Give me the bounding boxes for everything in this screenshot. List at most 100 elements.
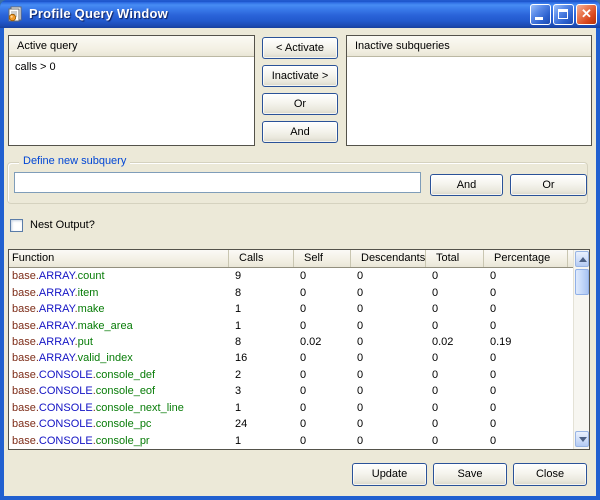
or-transfer-button[interactable]: Or (262, 93, 338, 115)
query-list-item[interactable]: calls > 0 (9, 57, 254, 73)
percentage-cell: 0 (483, 369, 567, 381)
function-cell: base.ARRAY.make (9, 303, 228, 315)
function-cell: base.CONSOLE.console_pc (9, 418, 228, 430)
descendants-cell: 0 (350, 385, 425, 397)
function-cell: base.CONSOLE.console_def (9, 369, 228, 381)
active-query-header: Active query (9, 36, 254, 57)
nest-output-checkbox[interactable] (10, 219, 23, 232)
table-row[interactable]: base.ARRAY.count90000 (9, 268, 573, 284)
dialog-body: Active query calls > 0 < Activate Inacti… (4, 28, 596, 496)
self-cell: 0 (293, 303, 350, 315)
update-button[interactable]: Update (352, 463, 427, 486)
column-header-total[interactable]: Total (425, 250, 483, 267)
column-header-descendants[interactable]: Descendants (350, 250, 425, 267)
self-cell: 0 (293, 352, 350, 364)
descendants-cell: 0 (350, 435, 425, 447)
vertical-scrollbar[interactable] (573, 250, 589, 449)
table-row[interactable]: base.ARRAY.put80.0200.020.19 (9, 334, 573, 350)
minimize-button[interactable] (530, 4, 551, 25)
scroll-down-icon (579, 437, 587, 442)
calls-cell: 8 (228, 336, 293, 348)
total-cell: 0 (425, 352, 483, 364)
self-cell: 0.02 (293, 336, 350, 348)
function-cell: base.CONSOLE.console_pr (9, 435, 228, 447)
title-bar[interactable]: Profile Query Window ✕ (0, 0, 600, 28)
and-transfer-button[interactable]: And (262, 121, 338, 143)
percentage-cell: 0.19 (483, 336, 567, 348)
total-cell: 0 (425, 303, 483, 315)
app-icon (7, 6, 23, 22)
percentage-cell: 0 (483, 402, 567, 414)
table-row[interactable]: base.ARRAY.valid_index160000 (9, 350, 573, 366)
function-cell: base.ARRAY.valid_index (9, 352, 228, 364)
calls-cell: 16 (228, 352, 293, 364)
scrollbar-up-button[interactable] (575, 251, 589, 267)
table-row[interactable]: base.CONSOLE.console_next_line10000 (9, 400, 573, 416)
function-cell: base.ARRAY.put (9, 336, 228, 348)
table-row[interactable]: base.CONSOLE.console_eof30000 (9, 383, 573, 399)
self-cell: 0 (293, 435, 350, 447)
table-row[interactable]: base.CONSOLE.console_pc240000 (9, 416, 573, 432)
total-cell: 0 (425, 320, 483, 332)
function-table: Function Calls Self Descendants Total Pe… (8, 249, 590, 450)
table-row[interactable]: base.ARRAY.make_area10000 (9, 317, 573, 333)
function-cell: base.CONSOLE.console_eof (9, 385, 228, 397)
calls-cell: 9 (228, 270, 293, 282)
percentage-cell: 0 (483, 385, 567, 397)
close-dialog-button[interactable]: Close (513, 463, 587, 486)
inactivate-button[interactable]: Inactivate > (262, 65, 338, 87)
table-row[interactable]: base.CONSOLE.console_pr10000 (9, 432, 573, 448)
function-cell: base.CONSOLE.console_next_line (9, 402, 228, 414)
subquery-and-button[interactable]: And (430, 174, 503, 196)
subquery-or-button[interactable]: Or (510, 174, 587, 196)
minimize-icon (535, 17, 543, 20)
scrollbar-down-button[interactable] (575, 431, 589, 447)
percentage-cell: 0 (483, 270, 567, 282)
calls-cell: 3 (228, 385, 293, 397)
calls-cell: 1 (228, 320, 293, 332)
descendants-cell: 0 (350, 303, 425, 315)
total-cell: 0 (425, 287, 483, 299)
total-cell: 0 (425, 418, 483, 430)
column-header-calls[interactable]: Calls (228, 250, 293, 267)
descendants-cell: 0 (350, 287, 425, 299)
nest-output-label: Nest Output? (30, 219, 95, 231)
total-cell: 0.02 (425, 336, 483, 348)
maximize-icon (558, 9, 568, 19)
table-header-row: Function Calls Self Descendants Total Pe… (9, 250, 589, 268)
save-button[interactable]: Save (433, 463, 507, 486)
column-header-self[interactable]: Self (293, 250, 350, 267)
maximize-button[interactable] (553, 4, 574, 25)
percentage-cell: 0 (483, 287, 567, 299)
total-cell: 0 (425, 435, 483, 447)
calls-cell: 1 (228, 303, 293, 315)
column-header-percentage[interactable]: Percentage (483, 250, 567, 267)
calls-cell: 1 (228, 435, 293, 447)
calls-cell: 2 (228, 369, 293, 381)
column-header-function[interactable]: Function (9, 250, 228, 267)
table-row[interactable]: base.ARRAY.make10000 (9, 301, 573, 317)
window-title: Profile Query Window (29, 6, 168, 21)
function-cell: base.ARRAY.make_area (9, 320, 228, 332)
calls-cell: 1 (228, 402, 293, 414)
descendants-cell: 0 (350, 270, 425, 282)
active-query-list[interactable]: calls > 0 (9, 57, 254, 73)
close-button[interactable]: ✕ (576, 4, 597, 25)
calls-cell: 8 (228, 287, 293, 299)
percentage-cell: 0 (483, 352, 567, 364)
active-query-panel: Active query calls > 0 (8, 35, 255, 146)
self-cell: 0 (293, 418, 350, 430)
descendants-cell: 0 (350, 402, 425, 414)
descendants-cell: 0 (350, 336, 425, 348)
scrollbar-thumb[interactable] (575, 269, 589, 295)
self-cell: 0 (293, 369, 350, 381)
function-cell: base.ARRAY.item (9, 287, 228, 299)
table-body: base.ARRAY.count90000base.ARRAY.item8000… (9, 268, 573, 449)
self-cell: 0 (293, 385, 350, 397)
table-row[interactable]: base.ARRAY.item80000 (9, 284, 573, 300)
descendants-cell: 0 (350, 352, 425, 364)
subquery-input[interactable] (14, 172, 421, 193)
activate-button[interactable]: < Activate (262, 37, 338, 59)
table-row[interactable]: base.CONSOLE.console_def20000 (9, 367, 573, 383)
self-cell: 0 (293, 270, 350, 282)
